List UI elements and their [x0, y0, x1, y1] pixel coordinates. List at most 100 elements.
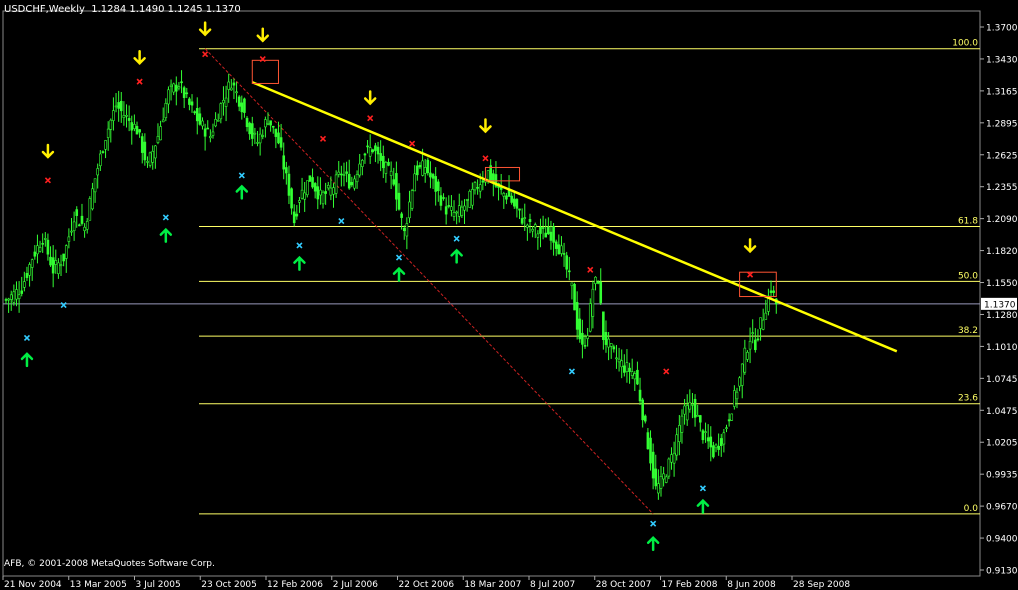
- candle-body: [161, 119, 165, 123]
- candle-body: [193, 111, 196, 114]
- candle-body: [112, 110, 115, 121]
- candle-body: [117, 102, 120, 109]
- candle-body: [316, 186, 320, 200]
- candle-body: [38, 247, 42, 252]
- candle-body: [481, 180, 485, 183]
- candle-body: [214, 119, 217, 127]
- candle-body: [662, 473, 665, 480]
- red-cross-mark: [319, 135, 327, 142]
- candle-body: [201, 120, 204, 127]
- cyan-cross-mark: [296, 242, 303, 249]
- y-tick-label: 1.2895: [986, 119, 1018, 129]
- candle-body: [368, 147, 372, 157]
- candle-body: [557, 244, 561, 255]
- candle-body: [672, 452, 676, 464]
- candle-body: [455, 211, 458, 214]
- candle-body: [305, 180, 309, 196]
- candle-body: [738, 377, 741, 387]
- candle-body: [30, 259, 34, 268]
- candle-body: [505, 195, 508, 200]
- candle-body: [539, 226, 542, 234]
- candle-body: [502, 193, 506, 197]
- candle-body: [646, 432, 650, 450]
- candle-body: [712, 445, 715, 458]
- candle-body: [180, 81, 183, 84]
- candle-body: [282, 155, 286, 170]
- candle-body: [127, 118, 131, 121]
- candle-body: [436, 181, 440, 192]
- candle-body: [109, 119, 113, 130]
- candle-body: [518, 208, 521, 211]
- candle-body: [164, 103, 168, 119]
- candle-body: [709, 436, 713, 448]
- candle-body: [400, 213, 403, 218]
- red-cross-mark: [136, 78, 143, 85]
- candle-body: [25, 273, 29, 278]
- x-tick-label: 17 Feb 2008: [662, 580, 718, 590]
- candle-body: [33, 251, 37, 257]
- y-tick-label: 1.2355: [986, 183, 1018, 193]
- candle-body: [345, 171, 348, 174]
- up-arrow-icon: [646, 535, 660, 551]
- y-tick-label: 1.2625: [986, 151, 1018, 161]
- candle-body: [620, 360, 624, 368]
- x-tick-label: 2 Jul 2006: [333, 580, 378, 590]
- candle-body: [216, 119, 220, 122]
- candle-body: [756, 338, 760, 341]
- candle-body: [512, 198, 516, 207]
- candle-body: [300, 189, 304, 199]
- candle-body: [292, 211, 296, 224]
- candle-body: [138, 129, 141, 133]
- candle-body: [680, 415, 684, 433]
- candle-body: [135, 125, 139, 135]
- candle-body: [457, 205, 461, 217]
- symbol-label: USDCHF,Weekly: [4, 4, 85, 15]
- candle-body: [9, 294, 13, 300]
- y-tick-label: 1.3430: [986, 55, 1018, 65]
- up-arrow-icon: [235, 184, 249, 200]
- candle-body: [15, 289, 18, 300]
- candle-body: [609, 343, 613, 347]
- x-tick-label: 8 Jul 2007: [530, 580, 575, 590]
- candle-body: [172, 83, 175, 93]
- down-arrow-icon: [256, 27, 270, 43]
- candle-body: [583, 345, 587, 347]
- candle-body: [552, 226, 555, 243]
- red-cross-mark: [587, 266, 594, 273]
- candle-body: [41, 243, 44, 245]
- candle-body: [761, 319, 765, 330]
- candle-body: [266, 123, 270, 125]
- x-tick-label: 13 Mar 2005: [70, 580, 127, 590]
- candle-body: [190, 101, 194, 106]
- fib-level-label: 23.6: [958, 394, 978, 404]
- candle-body: [248, 122, 251, 135]
- candle-body: [664, 476, 668, 483]
- candle-body: [612, 346, 616, 350]
- candle-body: [431, 174, 435, 179]
- candle-body: [602, 311, 605, 341]
- candle-body: [298, 200, 301, 203]
- candle-body: [148, 152, 152, 166]
- candle-body: [337, 171, 341, 175]
- candle-body: [670, 454, 673, 463]
- candle-body: [751, 332, 755, 334]
- candle-body: [688, 402, 692, 410]
- candle-body: [70, 230, 73, 233]
- highlight-box: [251, 59, 279, 84]
- candle-body: [361, 160, 364, 167]
- fib-level-label: 38.2: [958, 326, 978, 336]
- candle-body: [636, 369, 639, 385]
- chart-area[interactable]: 1.3700 1.3430 1.3165 1.2895 1.2625 1.2355 1.20…: [0, 0, 1018, 590]
- candle-body: [725, 427, 728, 429]
- candle-body: [434, 176, 437, 192]
- down-arrow-icon: [363, 90, 377, 106]
- candle-body: [329, 187, 333, 196]
- candle-body: [240, 102, 244, 113]
- candle-body: [237, 96, 241, 107]
- candle-body: [444, 206, 448, 215]
- candle-body: [334, 174, 338, 194]
- cyan-cross-mark: [238, 172, 245, 179]
- candle-body: [28, 264, 31, 276]
- y-tick-label: 1.3700: [986, 24, 1018, 34]
- candle-body: [460, 206, 464, 216]
